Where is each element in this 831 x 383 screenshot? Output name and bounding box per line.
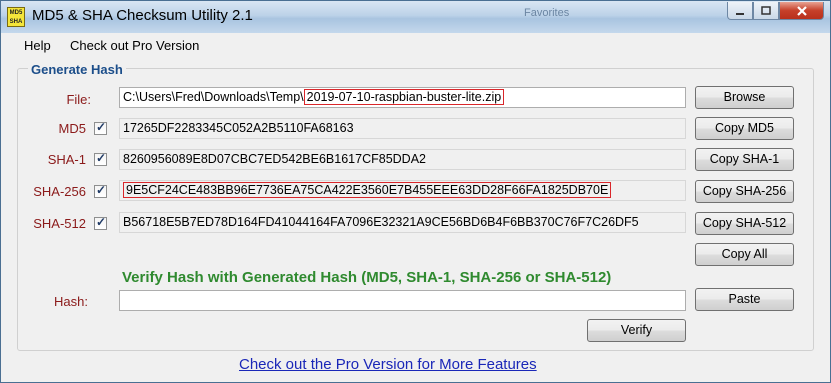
sha512-value-field[interactable]: B56718E5B7ED78D164FD41044164FA7096E32321… xyxy=(119,212,686,233)
copy-all-button[interactable]: Copy All xyxy=(695,243,794,266)
sha256-label: SHA-256 xyxy=(33,184,86,199)
minimize-icon xyxy=(736,12,744,15)
menu-pro-version[interactable]: Check out Pro Version xyxy=(70,38,199,53)
hash-input[interactable] xyxy=(119,290,686,311)
sha1-value-field[interactable]: 8260956089E8D07CBC7ED542BE6B1617CF85DDA2 xyxy=(119,149,686,170)
file-path-field[interactable]: C:\Users\Fred\Downloads\Temp\ 2019-07-10-… xyxy=(119,87,686,108)
close-button[interactable] xyxy=(779,2,824,20)
title-bar[interactable]: MD5 SHA MD5 & SHA Checksum Utility 2.1 F… xyxy=(1,1,830,33)
sha256-value-highlight: 9E5CF24CE483BB96E7736EA75CA422E3560E7B45… xyxy=(123,182,612,198)
app-icon-text-bottom: SHA xyxy=(9,19,23,25)
caption-buttons xyxy=(727,2,824,20)
md5-value-field[interactable]: 17265DF2283345C052A2B5110FA68163 xyxy=(119,118,686,139)
window-title: MD5 & SHA Checksum Utility 2.1 xyxy=(32,7,253,24)
copy-md5-button[interactable]: Copy MD5 xyxy=(695,117,794,140)
copy-sha1-button[interactable]: Copy SHA-1 xyxy=(695,148,794,171)
minimize-button[interactable] xyxy=(727,2,753,20)
pro-version-link[interactable]: Check out the Pro Version for More Featu… xyxy=(239,356,537,373)
browse-button[interactable]: Browse xyxy=(695,86,794,109)
maximize-icon xyxy=(761,5,771,15)
sha512-checkbox[interactable] xyxy=(94,215,107,230)
app-window: MD5 SHA MD5 & SHA Checksum Utility 2.1 F… xyxy=(0,0,831,383)
background-ghost-text: Favorites xyxy=(524,7,570,19)
paste-button[interactable]: Paste xyxy=(695,288,794,311)
hash-label: Hash: xyxy=(54,294,88,309)
sha1-checkbox[interactable] xyxy=(94,151,107,166)
copy-sha512-button[interactable]: Copy SHA-512 xyxy=(695,212,794,235)
menu-help[interactable]: Help xyxy=(24,38,51,53)
sha512-label: SHA-512 xyxy=(33,216,86,231)
group-title: Generate Hash xyxy=(28,62,126,77)
sha256-checkbox[interactable] xyxy=(94,183,107,198)
file-label: File: xyxy=(66,92,91,107)
close-icon xyxy=(796,5,807,16)
md5-label: MD5 xyxy=(58,121,86,136)
sha256-value-field[interactable]: 9E5CF24CE483BB96E7736EA75CA422E3560E7B45… xyxy=(119,180,686,201)
md5-checkbox[interactable] xyxy=(94,120,107,135)
file-name-highlight: 2019-07-10-raspbian-buster-lite.zip xyxy=(303,89,505,105)
app-icon: MD5 SHA xyxy=(7,7,25,27)
file-path-prefix: C:\Users\Fred\Downloads\Temp\ xyxy=(123,90,304,104)
menu-bar: Help Check out Pro Version xyxy=(1,33,830,58)
verify-section-title: Verify Hash with Generated Hash (MD5, SH… xyxy=(122,269,612,286)
copy-sha256-button[interactable]: Copy SHA-256 xyxy=(695,180,794,203)
maximize-button[interactable] xyxy=(753,2,779,20)
sha1-label: SHA-1 xyxy=(47,152,86,167)
verify-button[interactable]: Verify xyxy=(587,319,686,342)
app-icon-text-top: MD5 xyxy=(9,10,23,16)
